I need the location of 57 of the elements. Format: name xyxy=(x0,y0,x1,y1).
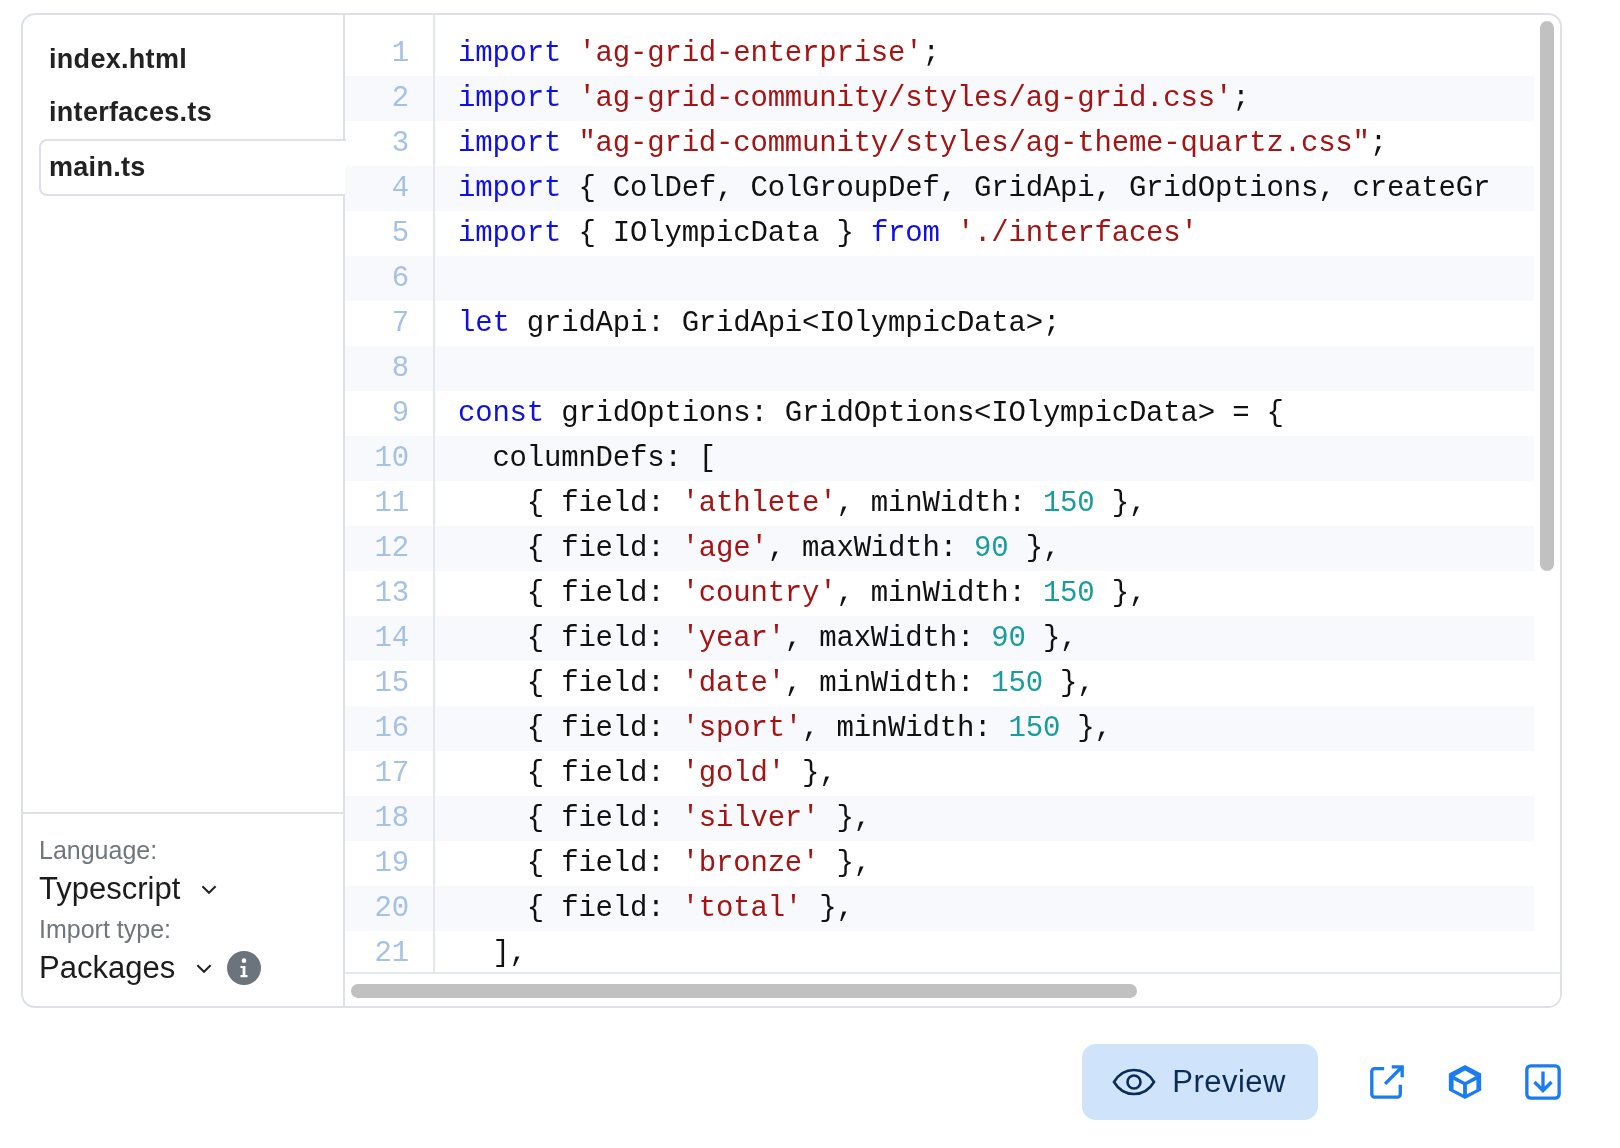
code-line: import 'ag-grid-community/styles/ag-grid.css'; xyxy=(458,82,1250,115)
code-line: { field: 'sport', minWidth: 150 }, xyxy=(525,712,1112,745)
download-icon[interactable] xyxy=(1524,1063,1562,1101)
code-line: { field: 'year', maxWidth: 90 }, xyxy=(525,622,1078,655)
code-line: { field: 'age', maxWidth: 90 }, xyxy=(525,532,1061,565)
chevron-icon xyxy=(200,883,219,895)
chevron-icon xyxy=(195,962,214,974)
line-number: 18 xyxy=(373,802,409,835)
line-number: 17 xyxy=(373,757,409,790)
setting-label: Language: xyxy=(39,836,158,865)
code-line: { field: 'bronze' }, xyxy=(525,847,871,880)
file-tab[interactable]: main.ts xyxy=(39,139,346,196)
code-line: ], xyxy=(491,937,527,970)
line-number: 1 xyxy=(390,37,409,70)
line-number: 7 xyxy=(390,307,409,340)
code-line: import "ag-grid-community/styles/ag-theme-quartz.css"; xyxy=(458,127,1387,160)
line-number: 14 xyxy=(373,622,409,655)
setting-label: Import type: xyxy=(39,915,171,944)
line-number: 5 xyxy=(390,217,409,250)
code-line: { field: 'silver' }, xyxy=(525,802,871,835)
code-line: { field: 'athlete', minWidth: 150 }, xyxy=(525,487,1147,520)
file-tab[interactable]: index.html xyxy=(23,33,343,86)
line-number: 8 xyxy=(390,352,409,385)
line-number: 10 xyxy=(373,442,409,475)
line-number: 6 xyxy=(390,262,409,295)
scrollbar-thumb[interactable] xyxy=(1540,21,1554,571)
line-number: 9 xyxy=(390,397,409,430)
cube-icon[interactable] xyxy=(1446,1063,1484,1101)
preview-button[interactable]: Preview xyxy=(1082,1044,1318,1120)
line-number: 2 xyxy=(390,82,409,115)
line-number: 19 xyxy=(373,847,409,880)
line-number: 3 xyxy=(390,127,409,160)
eye-icon xyxy=(1112,1068,1157,1096)
line-number: 15 xyxy=(373,667,409,700)
line-number: 20 xyxy=(373,892,409,925)
line-number: 16 xyxy=(373,712,409,745)
line-number: 12 xyxy=(373,532,409,565)
select-dropdown[interactable]: Typescript xyxy=(39,871,219,907)
external-link-icon[interactable] xyxy=(1368,1063,1406,1101)
file-tab[interactable]: interfaces.ts xyxy=(23,86,343,139)
code-line: let gridApi: GridApi<IOlympicData>; xyxy=(458,307,1061,340)
code-line: import { IOlympicData } from './interfaces' xyxy=(458,217,1198,250)
code-line: { field: 'date', minWidth: 150 }, xyxy=(525,667,1095,700)
code-line: { field: 'country', minWidth: 150 }, xyxy=(525,577,1147,610)
line-number: 21 xyxy=(373,937,409,970)
line-number: 11 xyxy=(373,487,409,520)
code-line: { field: 'gold' }, xyxy=(525,757,837,790)
line-number: 13 xyxy=(373,577,409,610)
scrollbar-thumb[interactable] xyxy=(351,984,1137,998)
info-icon[interactable] xyxy=(227,951,262,985)
code-line: import { ColDef, ColGroupDef, GridApi, GridOptions, createGr xyxy=(458,172,1491,205)
code-line: import 'ag-grid-enterprise'; xyxy=(458,37,940,70)
code-line: columnDefs: [ xyxy=(491,442,717,475)
code-line: { field: 'total' }, xyxy=(525,892,854,925)
select-dropdown[interactable]: Packages xyxy=(39,950,214,986)
code-line: const gridOptions: GridOptions<IOlympicData> = { xyxy=(458,397,1284,430)
line-number: 4 xyxy=(390,172,409,205)
